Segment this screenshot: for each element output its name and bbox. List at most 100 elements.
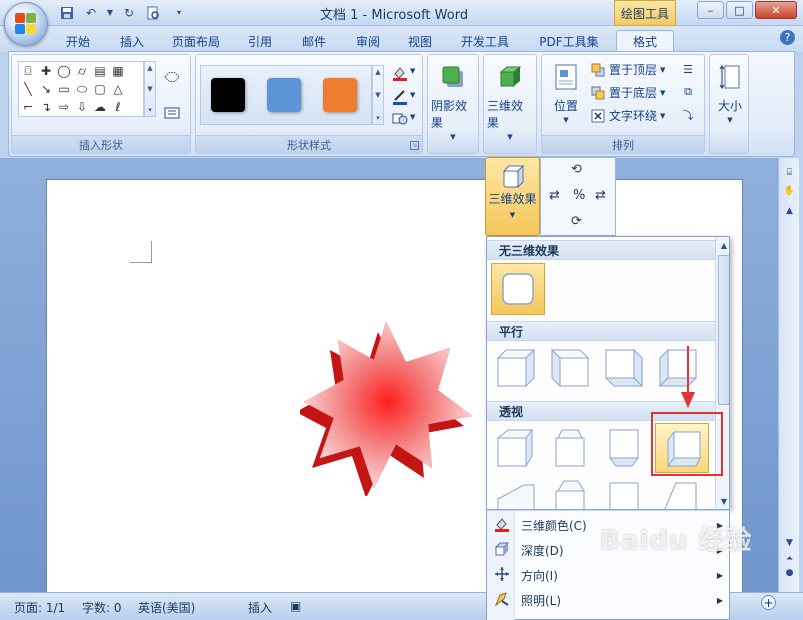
no-3d-effect-option[interactable] [491, 263, 545, 315]
dialog-launcher-icon[interactable]: ↘ [410, 141, 419, 150]
3d-star-shape[interactable] [300, 318, 480, 496]
perspective-option-5[interactable] [491, 475, 541, 509]
undo-icon[interactable]: ↶ [82, 4, 100, 21]
save-icon[interactable] [58, 4, 76, 21]
chevron-up-icon[interactable]: ▲ [147, 64, 152, 72]
tab-pdf-tools[interactable]: PDF工具集 [528, 30, 610, 52]
perspective-option-7[interactable] [599, 475, 649, 509]
status-word-count[interactable]: 字数: 0 [82, 599, 122, 616]
perspective-option-8[interactable] [653, 475, 703, 509]
rotate-icon[interactable]: ⤵ [680, 107, 696, 123]
plus-shape-icon[interactable]: ✚ [37, 62, 55, 80]
scroll-up-icon[interactable]: ▲ [716, 241, 729, 250]
tab-format[interactable]: 格式 [616, 30, 674, 52]
tilt-up-icon[interactable]: ⟲ [571, 162, 582, 177]
perspective-option-3[interactable] [599, 425, 649, 471]
line-shape-icon[interactable]: ╲ [19, 80, 37, 98]
down-arrow-shape-icon[interactable]: ⇩ [73, 98, 91, 116]
oval-shape-icon[interactable]: ⬭ [73, 80, 91, 98]
shapes-gallery[interactable]: ⌼ ✚ ◯ ⌭ ▤ ▦ ╲ ↘ ▭ ⬭ ▢ △ ⌐ ↴ ⇨ ⇩ ☁ ℓ [18, 61, 144, 117]
arrow-line-icon[interactable]: ↘ [37, 80, 55, 98]
3d-effects-dropdown-button[interactable]: 三维效果 ▼ [485, 157, 540, 236]
star-front-face[interactable] [303, 321, 473, 489]
help-icon[interactable]: ? [780, 30, 795, 45]
tilt-left-icon[interactable]: ⇄ [549, 188, 560, 203]
bring-to-front-button[interactable]: 置于顶层 ▼ [590, 61, 665, 78]
style-swatch-orange[interactable] [323, 78, 357, 112]
status-page[interactable]: 页面: 1/1 [14, 599, 65, 616]
style-swatch-blue[interactable] [267, 78, 301, 112]
chevron-down-icon[interactable]: ▼ [410, 91, 415, 99]
more-icon[interactable]: ▾ [148, 106, 152, 114]
style-gallery-scroll[interactable]: ▲ ▼ ▾ [372, 65, 384, 125]
more-icon[interactable]: ▾ [376, 114, 380, 122]
macro-record-icon[interactable]: ▣ [290, 599, 301, 613]
circle-shape-icon[interactable]: ◯ [55, 62, 73, 80]
align-icon[interactable]: ☰ [680, 61, 696, 77]
customize-qat-icon[interactable]: ▾ [174, 4, 184, 21]
scroll-up-icon[interactable]: ▲ [782, 206, 797, 216]
chevron-down-icon[interactable]: ▼ [410, 67, 415, 75]
shape-fill-icon[interactable] [392, 65, 408, 81]
shape-outline-icon[interactable] [392, 89, 408, 105]
minimize-button[interactable]: – [697, 1, 724, 19]
chevron-down-icon[interactable]: ▼ [147, 85, 152, 93]
ruler-toggle-icon[interactable]: ⌸ [782, 168, 797, 178]
size-button[interactable]: 大小 ▼ [712, 61, 748, 124]
tab-home[interactable]: 开始 [56, 30, 100, 52]
redo-icon[interactable]: ↻ [120, 4, 138, 21]
parallel-option-2[interactable] [545, 345, 595, 391]
group-objects-icon[interactable]: ⧉ [680, 84, 696, 100]
zoom-in-icon[interactable]: + [761, 595, 776, 610]
select-browse-object-icon[interactable]: ● [782, 568, 797, 578]
tab-references[interactable]: 引用 [238, 30, 282, 52]
3d-toggle-icon[interactable]: % [573, 188, 585, 203]
parallel-option-1[interactable] [491, 345, 541, 391]
tab-developer[interactable]: 开发工具 [452, 30, 518, 52]
tilt-down-icon[interactable]: ⟳ [571, 214, 582, 229]
chevron-up-icon[interactable]: ▲ [375, 68, 380, 76]
rounded-rect-icon[interactable]: ▢ [91, 80, 109, 98]
elbow-connector-icon[interactable]: ⌐ [19, 98, 37, 116]
wordart-icon[interactable]: ▦ [109, 62, 127, 80]
rectangle-shape-icon[interactable]: ▭ [55, 80, 73, 98]
status-language[interactable]: 英语(美国) [138, 599, 195, 616]
undo-dropdown-icon[interactable]: ▼ [106, 4, 114, 21]
chevron-down-icon[interactable]: ▼ [375, 91, 380, 99]
scroll-down-icon[interactable]: ▼ [716, 497, 729, 506]
send-to-back-button[interactable]: 置于底层 ▼ [590, 84, 665, 101]
close-button[interactable]: ✕ [755, 1, 797, 19]
maximize-button[interactable]: □ [726, 1, 753, 19]
parallel-option-3[interactable] [599, 345, 649, 391]
tab-page-layout[interactable]: 页面布局 [164, 30, 228, 52]
cylinder-shape-icon[interactable]: ⌭ [73, 62, 91, 80]
tab-view[interactable]: 视图 [398, 30, 442, 52]
style-swatch-black[interactable] [211, 78, 245, 112]
text-box-shape-icon[interactable]: ⌼ [19, 62, 37, 80]
position-button[interactable]: 位置 ▼ [546, 61, 586, 124]
previous-page-icon[interactable]: ⏶ [782, 554, 797, 564]
scroll-down-icon[interactable]: ▼ [782, 538, 797, 548]
hand-icon[interactable]: ✋ [782, 186, 797, 196]
cloud-shape-icon[interactable]: ☁ [91, 98, 109, 116]
3d-effects-ribbon-button[interactable]: 三维效果 ▼ [487, 61, 533, 141]
shadow-effects-button[interactable]: 阴影效果 ▼ [431, 61, 475, 141]
chevron-down-icon[interactable]: ▼ [410, 113, 415, 121]
shapes-gallery-scroll[interactable]: ▲ ▼ ▾ [144, 61, 156, 117]
perspective-option-2[interactable] [545, 425, 595, 471]
print-preview-icon[interactable] [144, 4, 162, 21]
textbox-a-icon[interactable]: ▤ [91, 62, 109, 80]
draw-textbox-icon[interactable] [164, 105, 180, 121]
tab-mailings[interactable]: 邮件 [292, 30, 336, 52]
tilt-right-icon[interactable]: ⇄ [595, 188, 606, 203]
perspective-option-6[interactable] [545, 475, 595, 509]
perspective-option-1[interactable] [491, 425, 541, 471]
curve-shape-icon[interactable]: ℓ [109, 98, 127, 116]
elbow-arrow-icon[interactable]: ↴ [37, 98, 55, 116]
right-arrow-shape-icon[interactable]: ⇨ [55, 98, 73, 116]
gallery-scroll-thumb[interactable] [718, 255, 729, 405]
tab-review[interactable]: 审阅 [346, 30, 390, 52]
tab-insert[interactable]: 插入 [110, 30, 154, 52]
office-button[interactable] [4, 2, 48, 46]
text-wrapping-button[interactable]: 文字环绕 ▼ [590, 107, 665, 124]
